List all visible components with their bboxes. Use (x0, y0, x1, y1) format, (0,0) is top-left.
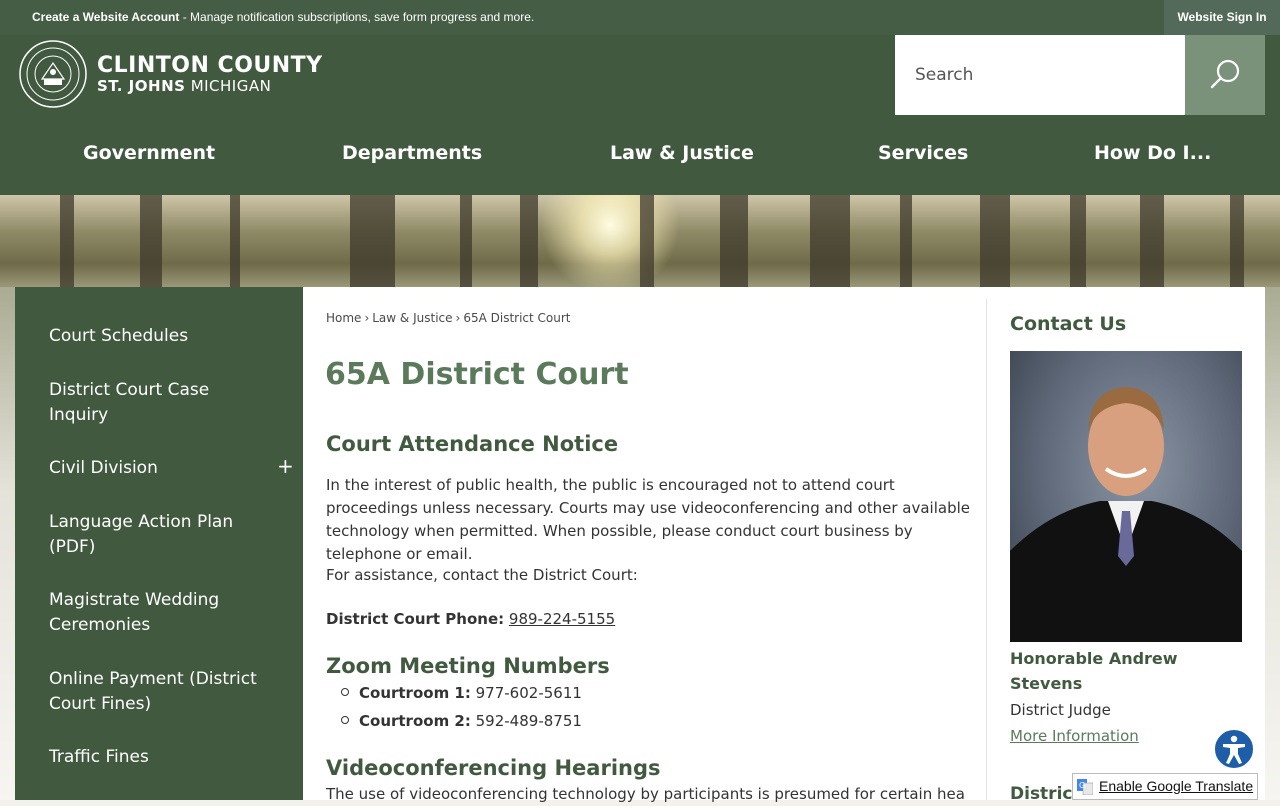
breadcrumb: Home › Law & Justice › 65A District Court (326, 311, 571, 325)
sidebar-item-civil-division[interactable]: Civil Division (49, 456, 249, 481)
sidebar-item-online-payment[interactable]: Online Payment (District Court Fines) (49, 667, 269, 717)
judge-portrait-image (1010, 387, 1242, 642)
breadcrumb-separator: › (364, 311, 370, 325)
page-title: 65A District Court (325, 357, 629, 392)
main-navigation: Government Departments Law & Justice Ser… (0, 142, 1280, 170)
list-item: Courtroom 1: 977-602-5611 (341, 684, 582, 702)
tree-trunk (460, 195, 472, 287)
breadcrumb-home[interactable]: Home (326, 311, 361, 325)
list-item: Courtroom 2: 592-489-8751 (341, 712, 582, 730)
sidebar-menu: Court Schedules District Court Case Inqu… (15, 287, 303, 800)
phone-link[interactable]: 989-224-5155 (509, 610, 615, 628)
nav-departments[interactable]: Departments (342, 142, 482, 164)
logo-city-state[interactable]: ST. JOHNS MICHIGAN (97, 77, 271, 95)
sun-glow (540, 195, 680, 287)
videoconferencing-heading: Videoconferencing Hearings (326, 756, 661, 780)
hero-forest-banner (0, 195, 1280, 287)
sidebar-item-language-action-plan[interactable]: Language Action Plan (PDF) (49, 510, 249, 560)
logo-county-name[interactable]: CLINTON COUNTY (97, 53, 323, 78)
site-header: CLINTON COUNTY ST. JOHNS MICHIGAN Govern… (0, 35, 1280, 195)
breadcrumb-separator: › (455, 311, 461, 325)
tree-trunk (900, 195, 912, 287)
bullet-icon (341, 687, 349, 696)
courtroom-number: 977-602-5611 (475, 684, 582, 702)
main-content: Home › Law & Justice › 65A District Court 65… (303, 287, 1265, 804)
nav-services[interactable]: Services (878, 142, 968, 164)
nav-how-do-i[interactable]: How Do I... (1094, 142, 1211, 164)
tree-trunk (230, 195, 240, 287)
judge-photo (1010, 351, 1242, 642)
google-translate-icon: G (1077, 779, 1093, 795)
phone-line: District Court Phone: 989-224-5155 (326, 608, 976, 631)
logo-city: ST. JOHNS (97, 77, 186, 95)
breadcrumb-law-justice[interactable]: Law & Justice (372, 311, 452, 325)
search-button[interactable] (1185, 35, 1265, 115)
tree-trunk (640, 195, 654, 287)
nav-law-justice[interactable]: Law & Justice (610, 142, 754, 164)
videoconferencing-text: The use of videoconferencing technology … (326, 785, 966, 803)
search-input[interactable] (895, 35, 1185, 115)
website-sign-in-button[interactable]: Website Sign In (1164, 0, 1280, 35)
judge-name-link[interactable]: Honorable Andrew Stevens (1010, 646, 1210, 696)
more-information-link[interactable]: More Information (1010, 727, 1139, 745)
accessibility-button[interactable] (1213, 728, 1255, 770)
svg-text:G: G (1079, 781, 1085, 790)
sidebar-item-traffic-fines[interactable]: Traffic Fines (49, 745, 249, 770)
phone-label: District Court Phone: (326, 610, 505, 628)
tree-trunk (1230, 195, 1244, 287)
contact-us-heading: Contact Us (1010, 313, 1127, 335)
column-divider (986, 299, 987, 800)
nav-government[interactable]: Government (83, 142, 215, 164)
search-icon (1210, 59, 1240, 89)
zoom-heading: Zoom Meeting Numbers (326, 654, 610, 678)
tree-trunk (140, 195, 162, 287)
assistance-text: For assistance, contact the District Cou… (326, 566, 638, 584)
courtroom-label: Courtroom 2: (359, 712, 471, 730)
tree-trunk (350, 195, 395, 287)
translate-label[interactable]: Enable Google Translate (1099, 778, 1253, 794)
sidebar-item-case-inquiry[interactable]: District Court Case Inquiry (49, 378, 249, 428)
next-section-heading: District (1010, 784, 1081, 804)
top-bar: Create a Website Account - Manage notifi… (0, 0, 1280, 35)
tree-trunk (810, 195, 850, 287)
accessibility-icon (1223, 735, 1245, 764)
create-account-message[interactable]: Create a Website Account - Manage notifi… (32, 10, 534, 24)
courtroom-label: Courtroom 1: (359, 684, 471, 702)
tree-trunk (60, 195, 74, 287)
county-seal-icon[interactable] (18, 39, 88, 109)
judge-role: District Judge (1010, 701, 1111, 719)
tree-trunk (980, 195, 1010, 287)
courtroom-number: 592-489-8751 (475, 712, 582, 730)
tree-trunk (1070, 195, 1086, 287)
expand-plus-icon[interactable]: + (277, 454, 294, 478)
logo-state: MICHIGAN (185, 77, 272, 95)
tree-trunk (520, 195, 538, 287)
tree-trunk (720, 195, 748, 287)
tree-trunk (1140, 195, 1164, 287)
create-account-link[interactable]: Create a Website Account (32, 10, 179, 24)
breadcrumb-current[interactable]: 65A District Court (463, 311, 570, 325)
attendance-heading: Court Attendance Notice (326, 432, 619, 456)
sidebar-item-court-schedules[interactable]: Court Schedules (49, 324, 249, 349)
sidebar-item-magistrate-wedding[interactable]: Magistrate Wedding Ceremonies (49, 588, 249, 638)
attendance-text: In the interest of public health, the pu… (326, 476, 970, 563)
bullet-icon (341, 715, 349, 724)
google-translate-widget[interactable]: G Enable Google Translate (1072, 773, 1258, 800)
create-account-description: - Manage notification subscriptions, sav… (179, 10, 535, 24)
